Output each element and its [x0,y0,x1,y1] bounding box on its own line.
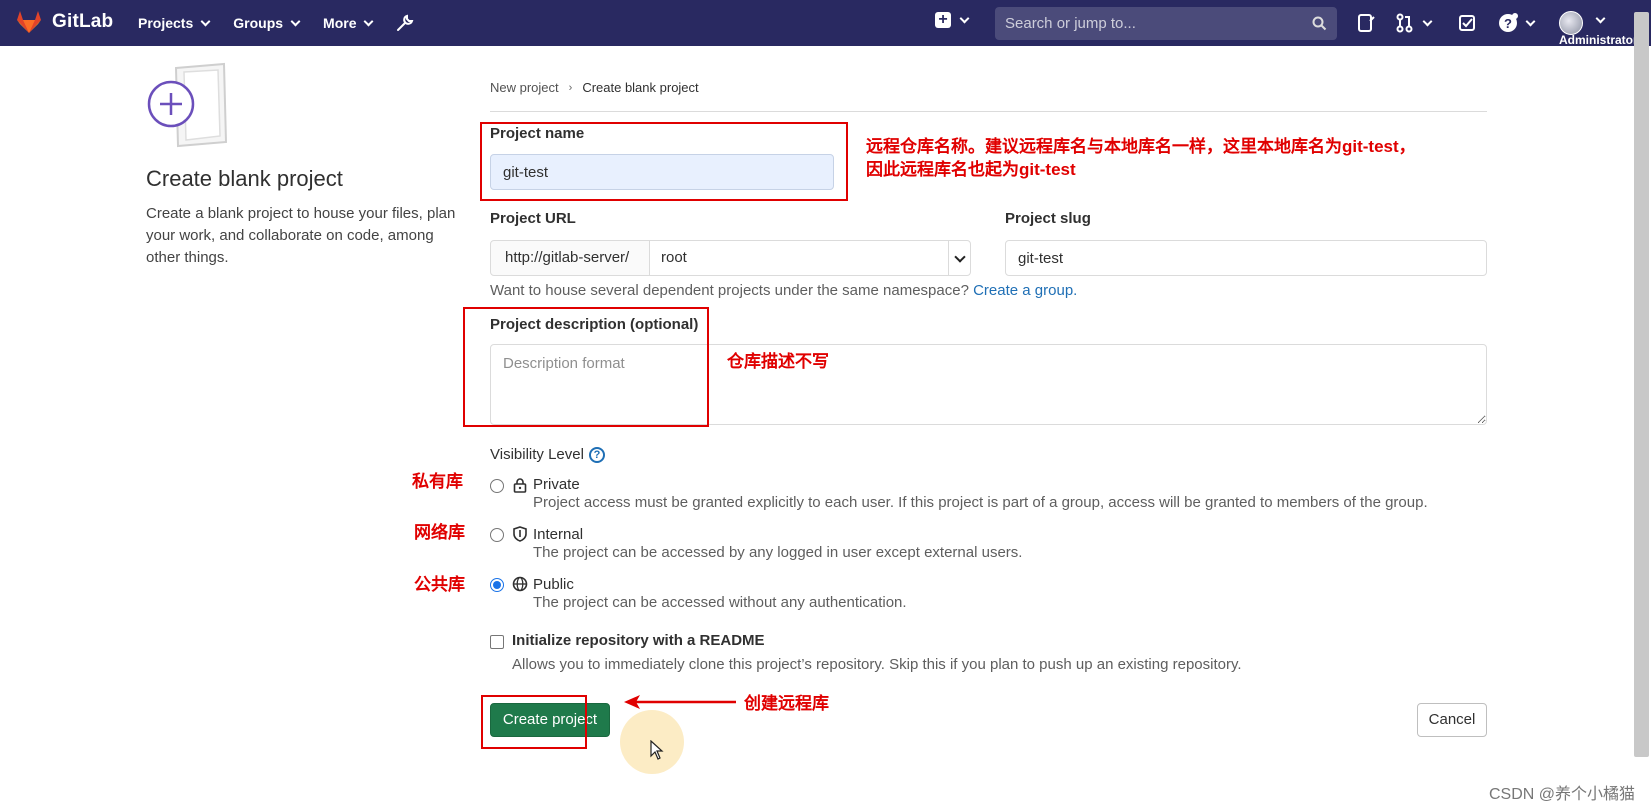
namespace-hint-text: Want to house several dependent projects… [490,282,969,299]
divider [490,111,1487,112]
chevron-down-icon [1422,16,1433,26]
scrollbar[interactable] [1634,12,1649,757]
annotation-project-name-line1: 远程仓库名称。建议远程库名与本地库名一样，这里本地库名为git-test， [866,137,1416,156]
annotation-project-name-line2: 因此远程库名也起为git-test [866,160,1076,179]
merge-request-icon [1396,13,1413,33]
namespace-hint: Want to house several dependent projects… [490,282,1077,299]
visibility-level-label: Visibility Level ? [490,446,605,463]
gitlab-tanuki-icon [17,11,41,33]
visibility-private-radio[interactable] [490,479,504,493]
breadcrumb: New project › Create blank project [490,80,699,95]
nav-more-label: More [323,15,357,31]
visibility-public-title: Public [533,576,574,593]
nav-groups-label: Groups [233,15,284,31]
visibility-private-title: Private [533,476,580,493]
search-icon [1312,16,1327,31]
annotation-description: 仓库描述不写 [727,352,829,371]
help-icon: ? [1499,13,1518,32]
search-input[interactable] [1005,7,1305,40]
search-box[interactable] [995,7,1337,40]
visibility-level-text: Visibility Level [490,446,584,463]
create-group-link[interactable]: Create a group. [973,282,1077,299]
wrench-icon[interactable] [396,14,414,32]
top-navbar: GitLab Projects Groups More + Search or … [0,0,1651,47]
user-name: Administrator [1559,33,1638,47]
nav-groups[interactable]: Groups [233,15,301,31]
namespace-value: root [661,249,687,266]
visibility-private-description: Project access must be granted explicitl… [533,494,1428,511]
cancel-button[interactable]: Cancel [1417,703,1487,737]
annotation-internal: 网络库 [414,523,465,542]
lock-icon [513,478,527,493]
help-icon[interactable]: ? [588,446,605,463]
breadcrumb-current: Create blank project [582,80,699,95]
annotation-arrow-icon [624,695,736,709]
nav-projects[interactable]: Projects [138,15,211,31]
annotation-public: 公共库 [414,575,465,594]
help-menu-button[interactable]: ? [1498,13,1536,33]
annotation-box-project-name [480,122,848,201]
plus-square-icon: + [935,12,951,28]
annotation-box-create-button [481,695,587,749]
chevron-down-icon [200,16,211,26]
nav-more[interactable]: More [323,15,374,31]
avatar[interactable] [1559,11,1583,35]
breadcrumb-new-project[interactable]: New project [490,80,559,95]
chevron-down-icon [290,16,301,26]
chevron-down-icon [1595,13,1606,24]
svg-text:?: ? [1504,16,1512,31]
nav-projects-label: Projects [138,15,194,31]
visibility-internal-title: Internal [533,526,584,543]
chevron-down-icon [364,16,374,26]
project-url-label: Project URL [490,210,576,227]
brand-name: GitLab [52,11,114,32]
chevron-down-icon [948,241,970,275]
issues-icon[interactable] [1356,13,1376,33]
visibility-public-radio[interactable] [490,578,504,592]
visibility-internal-radio[interactable] [490,528,504,542]
chevron-down-icon [959,13,970,23]
namespace-select[interactable]: root [649,240,971,276]
initialize-readme-checkbox[interactable] [490,635,504,649]
main-nav: Projects Groups More [138,0,414,46]
page-description: Create a blank project to house your fil… [146,205,456,266]
annotation-box-description [463,307,709,427]
project-slug-input[interactable] [1005,240,1487,276]
todos-icon[interactable] [1457,13,1477,33]
initialize-readme-description: Allows you to immediately clone this pro… [512,656,1242,673]
shield-icon [513,526,527,542]
watermark: CSDN @养个小橘猫 [1489,786,1636,803]
annotation-create: 创建远程库 [744,694,829,713]
annotation-private: 私有库 [412,472,463,491]
visibility-public-description: The project can be accessed without any … [533,594,907,611]
gitlab-logo[interactable]: GitLab [16,10,113,34]
globe-icon [512,576,528,592]
project-url-prefix: http://gitlab-server/ [490,240,650,276]
blank-project-illustration [147,62,228,148]
mouse-cursor-icon [650,740,664,760]
initialize-readme-title: Initialize repository with a README [512,632,765,649]
new-dropdown-button[interactable]: + [935,12,970,28]
merge-requests-button[interactable] [1395,13,1433,33]
page-title: Create blank project [146,166,343,191]
chevron-down-icon [1525,16,1536,26]
visibility-internal-description: The project can be accessed by any logge… [533,544,1023,561]
chevron-right-icon: › [568,81,573,94]
project-slug-label: Project slug [1005,210,1091,227]
